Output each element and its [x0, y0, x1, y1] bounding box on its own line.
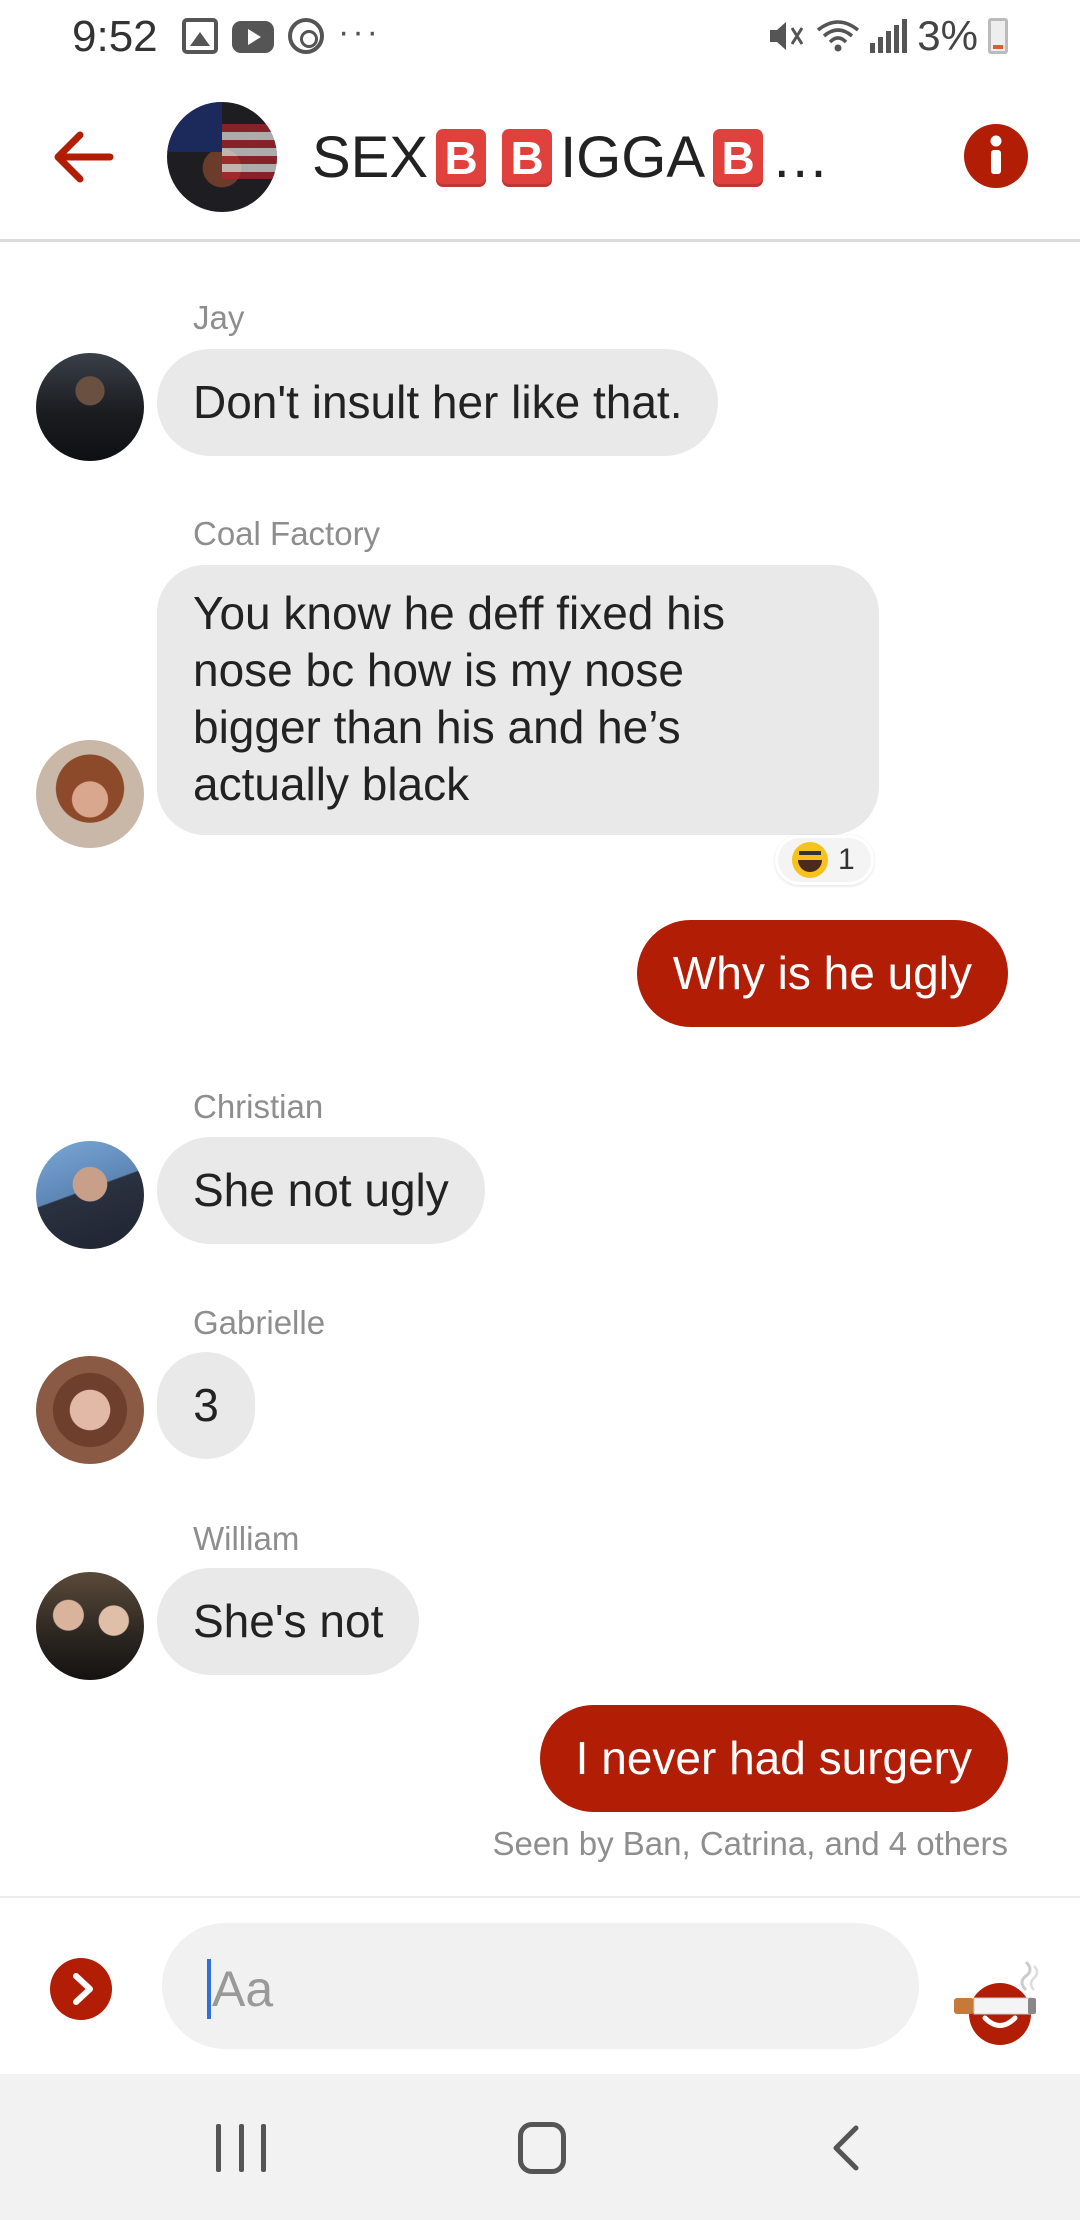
overflow-icon: ···: [338, 12, 381, 51]
message-list[interactable]: Jay Don't insult her like that. Coal Fac…: [0, 245, 1080, 1895]
composer-bar: Aa: [0, 1896, 1080, 2074]
battery-percent: 3%: [917, 12, 978, 59]
sender-name: Coal Factory: [193, 515, 381, 552]
avatar[interactable]: [36, 740, 144, 848]
message-bubble[interactable]: 3: [157, 1352, 255, 1459]
message-bubble[interactable]: You know he deff fixed his nose bc how i…: [157, 565, 879, 835]
avatar[interactable]: [36, 1572, 144, 1680]
sync-icon: [288, 18, 324, 54]
message-bubble[interactable]: She's not: [157, 1568, 420, 1675]
signal-icon: [870, 19, 908, 53]
mute-icon: [766, 18, 806, 54]
home-icon[interactable]: [518, 2122, 566, 2174]
message-line: nose bc how is my nose: [193, 644, 684, 696]
back-icon[interactable]: [826, 2122, 866, 2174]
message-bubble[interactable]: She not ugly: [157, 1137, 485, 1244]
title-part: SEX: [312, 125, 429, 190]
message-bubble-sent[interactable]: Why is he ugly: [636, 920, 1008, 1027]
message-line: You know he deff fixed his: [193, 587, 725, 639]
message-input[interactable]: Aa: [162, 1923, 1031, 2049]
b-emoji: B: [436, 128, 487, 187]
message-line: bigger than his and he’s: [193, 701, 681, 753]
info-icon[interactable]: [964, 124, 1028, 188]
seen-receipt[interactable]: Seen by Ban, Catrina, and 4 others: [493, 1825, 1009, 1863]
avatar[interactable]: [36, 353, 144, 461]
status-system: 3%: [766, 12, 1008, 60]
reaction-badge[interactable]: 1: [775, 835, 874, 885]
title-part: IGGA: [560, 125, 706, 190]
group-title[interactable]: SEX B B IGGA B …: [312, 124, 829, 191]
avatar[interactable]: [36, 1141, 144, 1249]
reaction-count: 1: [838, 843, 855, 876]
sender-name: Jay: [193, 299, 245, 336]
message-bubble[interactable]: Don't insult her like that.: [157, 349, 719, 456]
system-nav-bar: [0, 2074, 1080, 2220]
status-bar: 9:52 ··· 3%: [0, 0, 1080, 80]
message-bubble-sent[interactable]: I never had surgery: [539, 1705, 1008, 1812]
battery-icon: [988, 18, 1008, 54]
b-emoji: B: [502, 128, 553, 187]
message-line: actually black: [193, 758, 470, 810]
sender-name: Christian: [193, 1088, 324, 1125]
laughing-emoji-icon: [792, 842, 828, 878]
title-ellipsis: …: [771, 125, 830, 190]
text-caret: [207, 1959, 211, 2019]
status-notifications: ···: [182, 13, 381, 54]
recents-icon[interactable]: [216, 2124, 266, 2172]
expand-icon[interactable]: [50, 1958, 112, 2020]
message-input-placeholder: Aa: [212, 1961, 274, 2017]
youtube-icon: [232, 21, 274, 53]
conversation-header: SEX B B IGGA B …: [0, 80, 1080, 242]
cigarette-icon[interactable]: [950, 1958, 1048, 2028]
image-icon: [182, 18, 218, 54]
group-avatar[interactable]: [167, 102, 277, 212]
wifi-icon: [816, 18, 860, 54]
avatar[interactable]: [36, 1356, 144, 1464]
sender-name: William: [193, 1520, 300, 1557]
status-time: 9:52: [72, 12, 158, 61]
b-emoji: B: [713, 128, 764, 187]
back-arrow-icon[interactable]: [48, 122, 118, 192]
sender-name: Gabrielle: [193, 1304, 326, 1341]
